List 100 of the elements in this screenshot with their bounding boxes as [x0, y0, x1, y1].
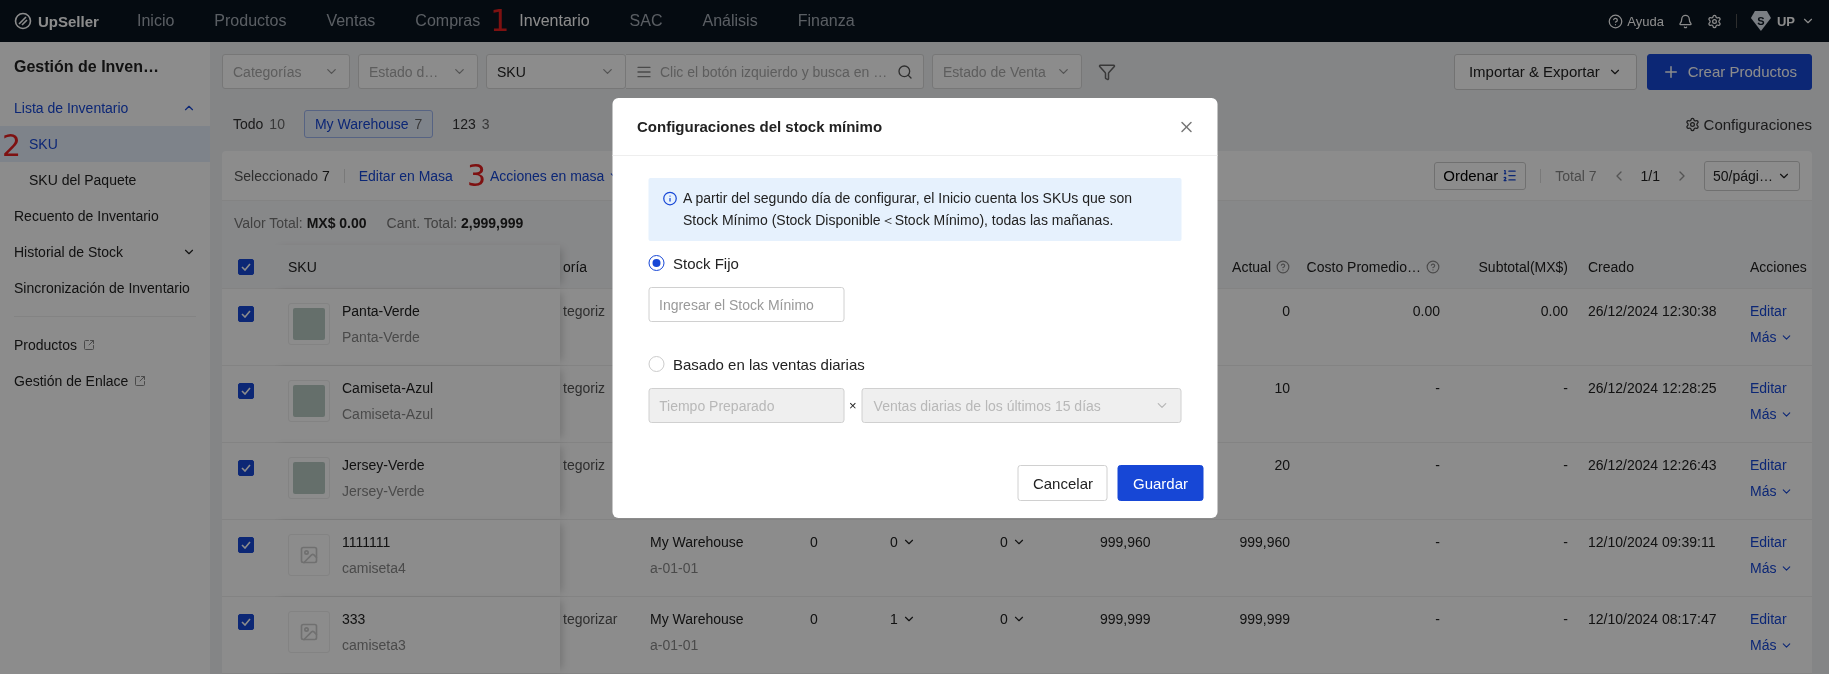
- bell-icon[interactable]: [1677, 13, 1693, 29]
- filter-icon[interactable]: [1098, 62, 1116, 81]
- help-icon: [1608, 13, 1624, 29]
- location-text: a-01-01: [650, 560, 699, 576]
- input-field[interactable]: Ingresar el Stock Mínimo: [648, 287, 844, 323]
- sort-button[interactable]: Ordenar: [1434, 161, 1527, 190]
- category-text: tegorizar: [563, 611, 618, 627]
- table-cell: 0.00: [1540, 303, 1568, 319]
- column-header: Acciones: [1750, 258, 1807, 275]
- sku-text: Camiseta-Azul: [342, 380, 434, 396]
- column-header: SKU: [288, 258, 317, 275]
- save-button[interactable]: Guardar: [1117, 465, 1203, 502]
- nav-item[interactable]: Productos: [214, 12, 287, 30]
- checkbox[interactable]: [238, 306, 254, 322]
- more-menu[interactable]: Más: [1750, 329, 1794, 345]
- warehouse-tab[interactable]: My Warehouse 7: [303, 110, 434, 138]
- nav-item[interactable]: Ventas: [326, 12, 376, 30]
- settings-icon: [1684, 116, 1700, 132]
- table-cell: 26/12/2024 12:30:38: [1588, 303, 1717, 319]
- table-cell: 10: [1274, 380, 1290, 396]
- sidebar-group[interactable]: Lista de Inventario: [0, 90, 210, 126]
- check-icon: [241, 464, 251, 472]
- settings-link[interactable]: Configuraciones: [1684, 115, 1812, 133]
- table-cell: 12/10/2024 09:39:11: [1588, 534, 1716, 550]
- nav-item[interactable]: SAC: [629, 12, 663, 30]
- more-menu[interactable]: Más: [1750, 406, 1794, 422]
- table-cell: 0.00: [1412, 303, 1440, 319]
- image-placeholder-icon: [299, 545, 319, 565]
- table-cell: 26/12/2024 12:28:25: [1588, 380, 1717, 396]
- column-header: oría: [563, 258, 588, 275]
- checkbox[interactable]: [238, 383, 254, 399]
- settings-icon[interactable]: [1706, 13, 1722, 29]
- table-cell: 26/12/2024 12:26:43: [1588, 457, 1717, 473]
- stock-dropdown[interactable]: 0: [890, 534, 916, 550]
- warehouse-text: My Warehouse: [650, 534, 744, 550]
- category-text: tegoriz: [563, 303, 606, 319]
- sidebar-link[interactable]: Productos: [0, 327, 210, 363]
- nav-item[interactable]: Finanza: [797, 12, 855, 30]
- cancel-button[interactable]: Cancelar: [1017, 465, 1108, 502]
- sidebar-item[interactable]: Sincronización de Inventario: [0, 270, 210, 306]
- table-cell: 999,960: [1239, 534, 1290, 550]
- checkbox[interactable]: [238, 460, 254, 476]
- sidebar-item[interactable]: Recuento de Inventario: [0, 198, 210, 234]
- select-field[interactable]: SKU: [486, 54, 626, 89]
- checkbox[interactable]: [238, 258, 254, 275]
- table-cell: -: [1563, 457, 1568, 473]
- sku-text: Jersey-Verde: [342, 457, 425, 473]
- page-size-select[interactable]: 50/pági…: [1704, 160, 1800, 191]
- edit-link[interactable]: Editar: [1750, 457, 1787, 473]
- annotation-number: 3: [466, 160, 486, 191]
- help-link[interactable]: Ayuda: [1608, 13, 1664, 29]
- stock-dropdown[interactable]: 0: [1000, 534, 1026, 550]
- selected-count: Seleccionado 7: [234, 167, 330, 184]
- sidebar-link[interactable]: Gestión de Enlace: [0, 363, 210, 399]
- sidebar-item[interactable]: 2 SKU: [0, 126, 210, 162]
- edit-link[interactable]: Editar: [1750, 534, 1787, 550]
- page-indicator: 1/1: [1640, 167, 1660, 184]
- checkbox[interactable]: [238, 537, 254, 553]
- modal-title: Configuraciones del stock mínimo: [637, 118, 883, 135]
- table-cell: -: [1435, 611, 1440, 627]
- table-cell: 999,960: [1100, 534, 1151, 550]
- bulk-action-link[interactable]: Editar en Masa: [358, 167, 453, 184]
- stock-dropdown[interactable]: 1: [890, 611, 916, 627]
- checkbox[interactable]: [238, 614, 254, 630]
- annotation-number: 2: [2, 131, 22, 161]
- warehouse-tab[interactable]: 123 3: [441, 110, 501, 138]
- more-menu[interactable]: Más: [1750, 637, 1794, 653]
- sidebar-item[interactable]: SKU del Paquete: [0, 162, 210, 198]
- table-cell: -: [1435, 380, 1440, 396]
- logo-icon: [14, 12, 32, 30]
- table-cell: -: [1563, 611, 1568, 627]
- edit-link[interactable]: Editar: [1750, 303, 1787, 319]
- product-name: Jersey-Verde: [342, 483, 425, 499]
- check-icon: [241, 618, 251, 626]
- create-button[interactable]: Crear Productos: [1646, 53, 1812, 90]
- table-cell: -: [1435, 534, 1440, 550]
- nav-item[interactable]: Análisis: [702, 12, 758, 30]
- column-header: Creado: [1588, 258, 1634, 275]
- radio-option[interactable]: Basado en las ventas diarias: [648, 352, 1181, 377]
- product-name: camiseta4: [342, 560, 406, 576]
- user-menu[interactable]: S UP: [1750, 11, 1815, 31]
- edit-link[interactable]: Editar: [1750, 380, 1787, 396]
- radio-option[interactable]: Stock Fijo: [648, 251, 1181, 276]
- edit-link[interactable]: Editar: [1750, 611, 1787, 627]
- table-cell: 0: [810, 534, 818, 550]
- table-cell: -: [1435, 457, 1440, 473]
- nav-item[interactable]: Inventario: [519, 12, 590, 30]
- more-menu[interactable]: Más: [1750, 560, 1794, 576]
- location-text: a-01-01: [650, 637, 699, 653]
- nav-item[interactable]: Inicio: [137, 12, 175, 30]
- more-menu[interactable]: Más: [1750, 483, 1794, 499]
- table-cell: 0: [1282, 303, 1290, 319]
- stock-dropdown[interactable]: 0: [1000, 611, 1026, 627]
- product-name: Camiseta-Azul: [342, 406, 434, 422]
- warehouse-tab[interactable]: Todo 10: [222, 110, 296, 138]
- nav-item[interactable]: Compras: [415, 12, 481, 30]
- import-export-button[interactable]: Importar & Exportar: [1453, 53, 1637, 90]
- sidebar-group[interactable]: Historial de Stock: [0, 234, 210, 270]
- summary-text: Cant. Total: 2,999,999: [386, 215, 524, 231]
- logo[interactable]: UpSeller: [14, 12, 137, 30]
